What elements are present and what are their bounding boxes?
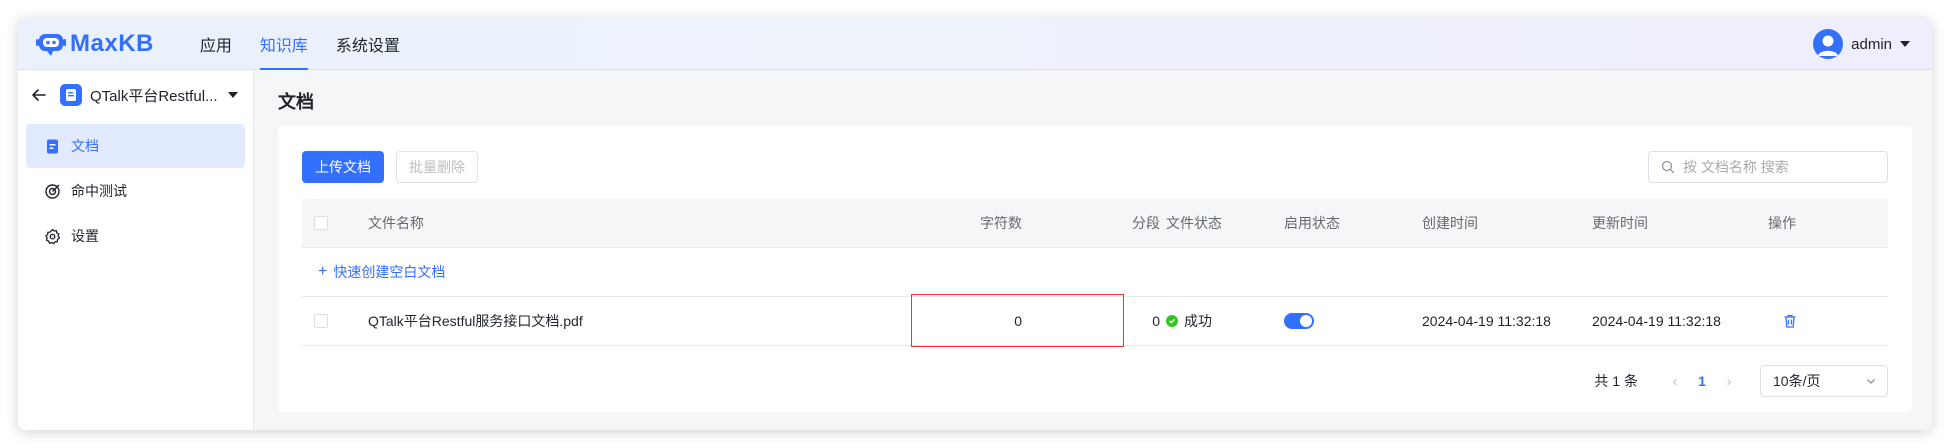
batch-delete-button[interactable]: 批量删除 (396, 151, 478, 183)
column-header-created: 创建时间 (1422, 215, 1478, 231)
column-header-chars: 字符数 (980, 215, 1022, 231)
upload-document-button[interactable]: 上传文档 (302, 151, 384, 183)
sidebar-item-documents[interactable]: 文档 (26, 124, 245, 168)
success-check-icon (1166, 315, 1178, 327)
nav-knowledge-base[interactable]: 知识库 (259, 18, 308, 70)
plus-icon: + (318, 263, 328, 280)
sidebar-item-label: 文档 (71, 138, 99, 154)
documents-card: 上传文档 批量删除 文件名称 字符数 分段 文件状态 启用状态 创建时间 更新时… (278, 126, 1912, 412)
column-header-segments: 分段 (1132, 215, 1160, 231)
pagination: 共 1 条 ‹ 1 › 10条/页 (1594, 365, 1888, 397)
quick-create-label: 快速创建空白文档 (333, 264, 446, 280)
doc-status: 成功 (1160, 297, 1284, 345)
trash-icon[interactable] (1782, 313, 1798, 329)
column-header-enabled: 启用状态 (1284, 215, 1340, 231)
logo[interactable]: MaxKB (36, 30, 154, 58)
document-icon (47, 139, 58, 153)
doc-segment-count: 0 (1152, 313, 1160, 329)
chevron-down-icon[interactable] (228, 92, 238, 98)
column-header-actions: 操作 (1768, 215, 1796, 231)
sidebar-item-hit-test[interactable]: 命中测试 (26, 169, 245, 213)
documents-table: 文件名称 字符数 分段 文件状态 启用状态 创建时间 更新时间 操作 + 快速创… (302, 199, 1888, 346)
column-header-updated: 更新时间 (1592, 215, 1648, 231)
page-title: 文档 (278, 92, 314, 112)
nav-apps[interactable]: 应用 (200, 18, 232, 70)
doc-status-text: 成功 (1184, 313, 1212, 329)
chevron-down-icon (1900, 41, 1910, 47)
column-header-status: 文件状态 (1166, 215, 1222, 231)
kb-selector[interactable]: QTalk平台Restful... (18, 70, 253, 120)
user-menu[interactable]: admin (1813, 18, 1910, 70)
chevron-right-icon[interactable]: › (1718, 373, 1740, 390)
table-row[interactable]: QTalk平台Restful服务接口文档.pdf 0 0 成功 2024-04-… (302, 297, 1888, 346)
gear-icon (45, 228, 61, 244)
doc-enabled-cell (1284, 297, 1422, 345)
knowledge-base-icon (60, 84, 82, 106)
sidebar-item-label: 设置 (71, 228, 99, 244)
target-icon (45, 183, 60, 199)
select-all-checkbox[interactable] (314, 216, 328, 230)
search-box[interactable] (1648, 151, 1888, 183)
table-header: 文件名称 字符数 分段 文件状态 启用状态 创建时间 更新时间 操作 (302, 199, 1888, 248)
quick-create-row: + 快速创建空白文档 (302, 248, 1888, 297)
robot-logo-icon (36, 33, 66, 56)
back-arrow-icon[interactable] (30, 86, 48, 104)
chevron-down-icon (1867, 379, 1875, 384)
sidebar: QTalk平台Restful... 文档 命中测试 设置 (18, 70, 254, 430)
doc-actions (1768, 297, 1888, 345)
row-checkbox-cell (302, 297, 368, 345)
enable-toggle[interactable] (1284, 313, 1314, 329)
pagination-page[interactable]: 1 (1686, 373, 1718, 389)
avatar (1813, 29, 1844, 59)
pagination-total: 共 1 条 (1594, 373, 1638, 389)
quick-create-blank-doc-link[interactable]: + 快速创建空白文档 (318, 262, 445, 282)
doc-created-time: 2024-04-19 11:32:18 (1422, 313, 1551, 329)
column-header-name: 文件名称 (368, 215, 424, 231)
doc-char-count: 0 (1014, 313, 1022, 329)
doc-name[interactable]: QTalk平台Restful服务接口文档.pdf (368, 297, 926, 345)
nav-system-settings[interactable]: 系统设置 (336, 18, 400, 70)
row-checkbox[interactable] (314, 314, 328, 328)
sidebar-item-settings[interactable]: 设置 (26, 214, 245, 258)
username: admin (1851, 35, 1892, 53)
search-input[interactable] (1683, 159, 1883, 175)
user-icon (1818, 35, 1839, 56)
header-checkbox-cell (302, 199, 368, 247)
search-icon (1661, 160, 1675, 174)
page-size-value: 10条/页 (1773, 373, 1821, 389)
top-header: MaxKB 应用 知识库 系统设置 admin (18, 18, 1932, 70)
sidebar-menu: 文档 命中测试 设置 (18, 124, 253, 258)
page-size-select[interactable]: 10条/页 (1760, 365, 1888, 397)
sidebar-item-label: 命中测试 (71, 183, 127, 199)
doc-updated-time: 2024-04-19 11:32:18 (1592, 313, 1721, 329)
logo-text: MaxKB (70, 29, 154, 57)
kb-name: QTalk平台Restful... (90, 87, 218, 105)
top-nav: 应用 知识库 系统设置 (200, 18, 428, 70)
chevron-left-icon[interactable]: ‹ (1664, 373, 1686, 390)
